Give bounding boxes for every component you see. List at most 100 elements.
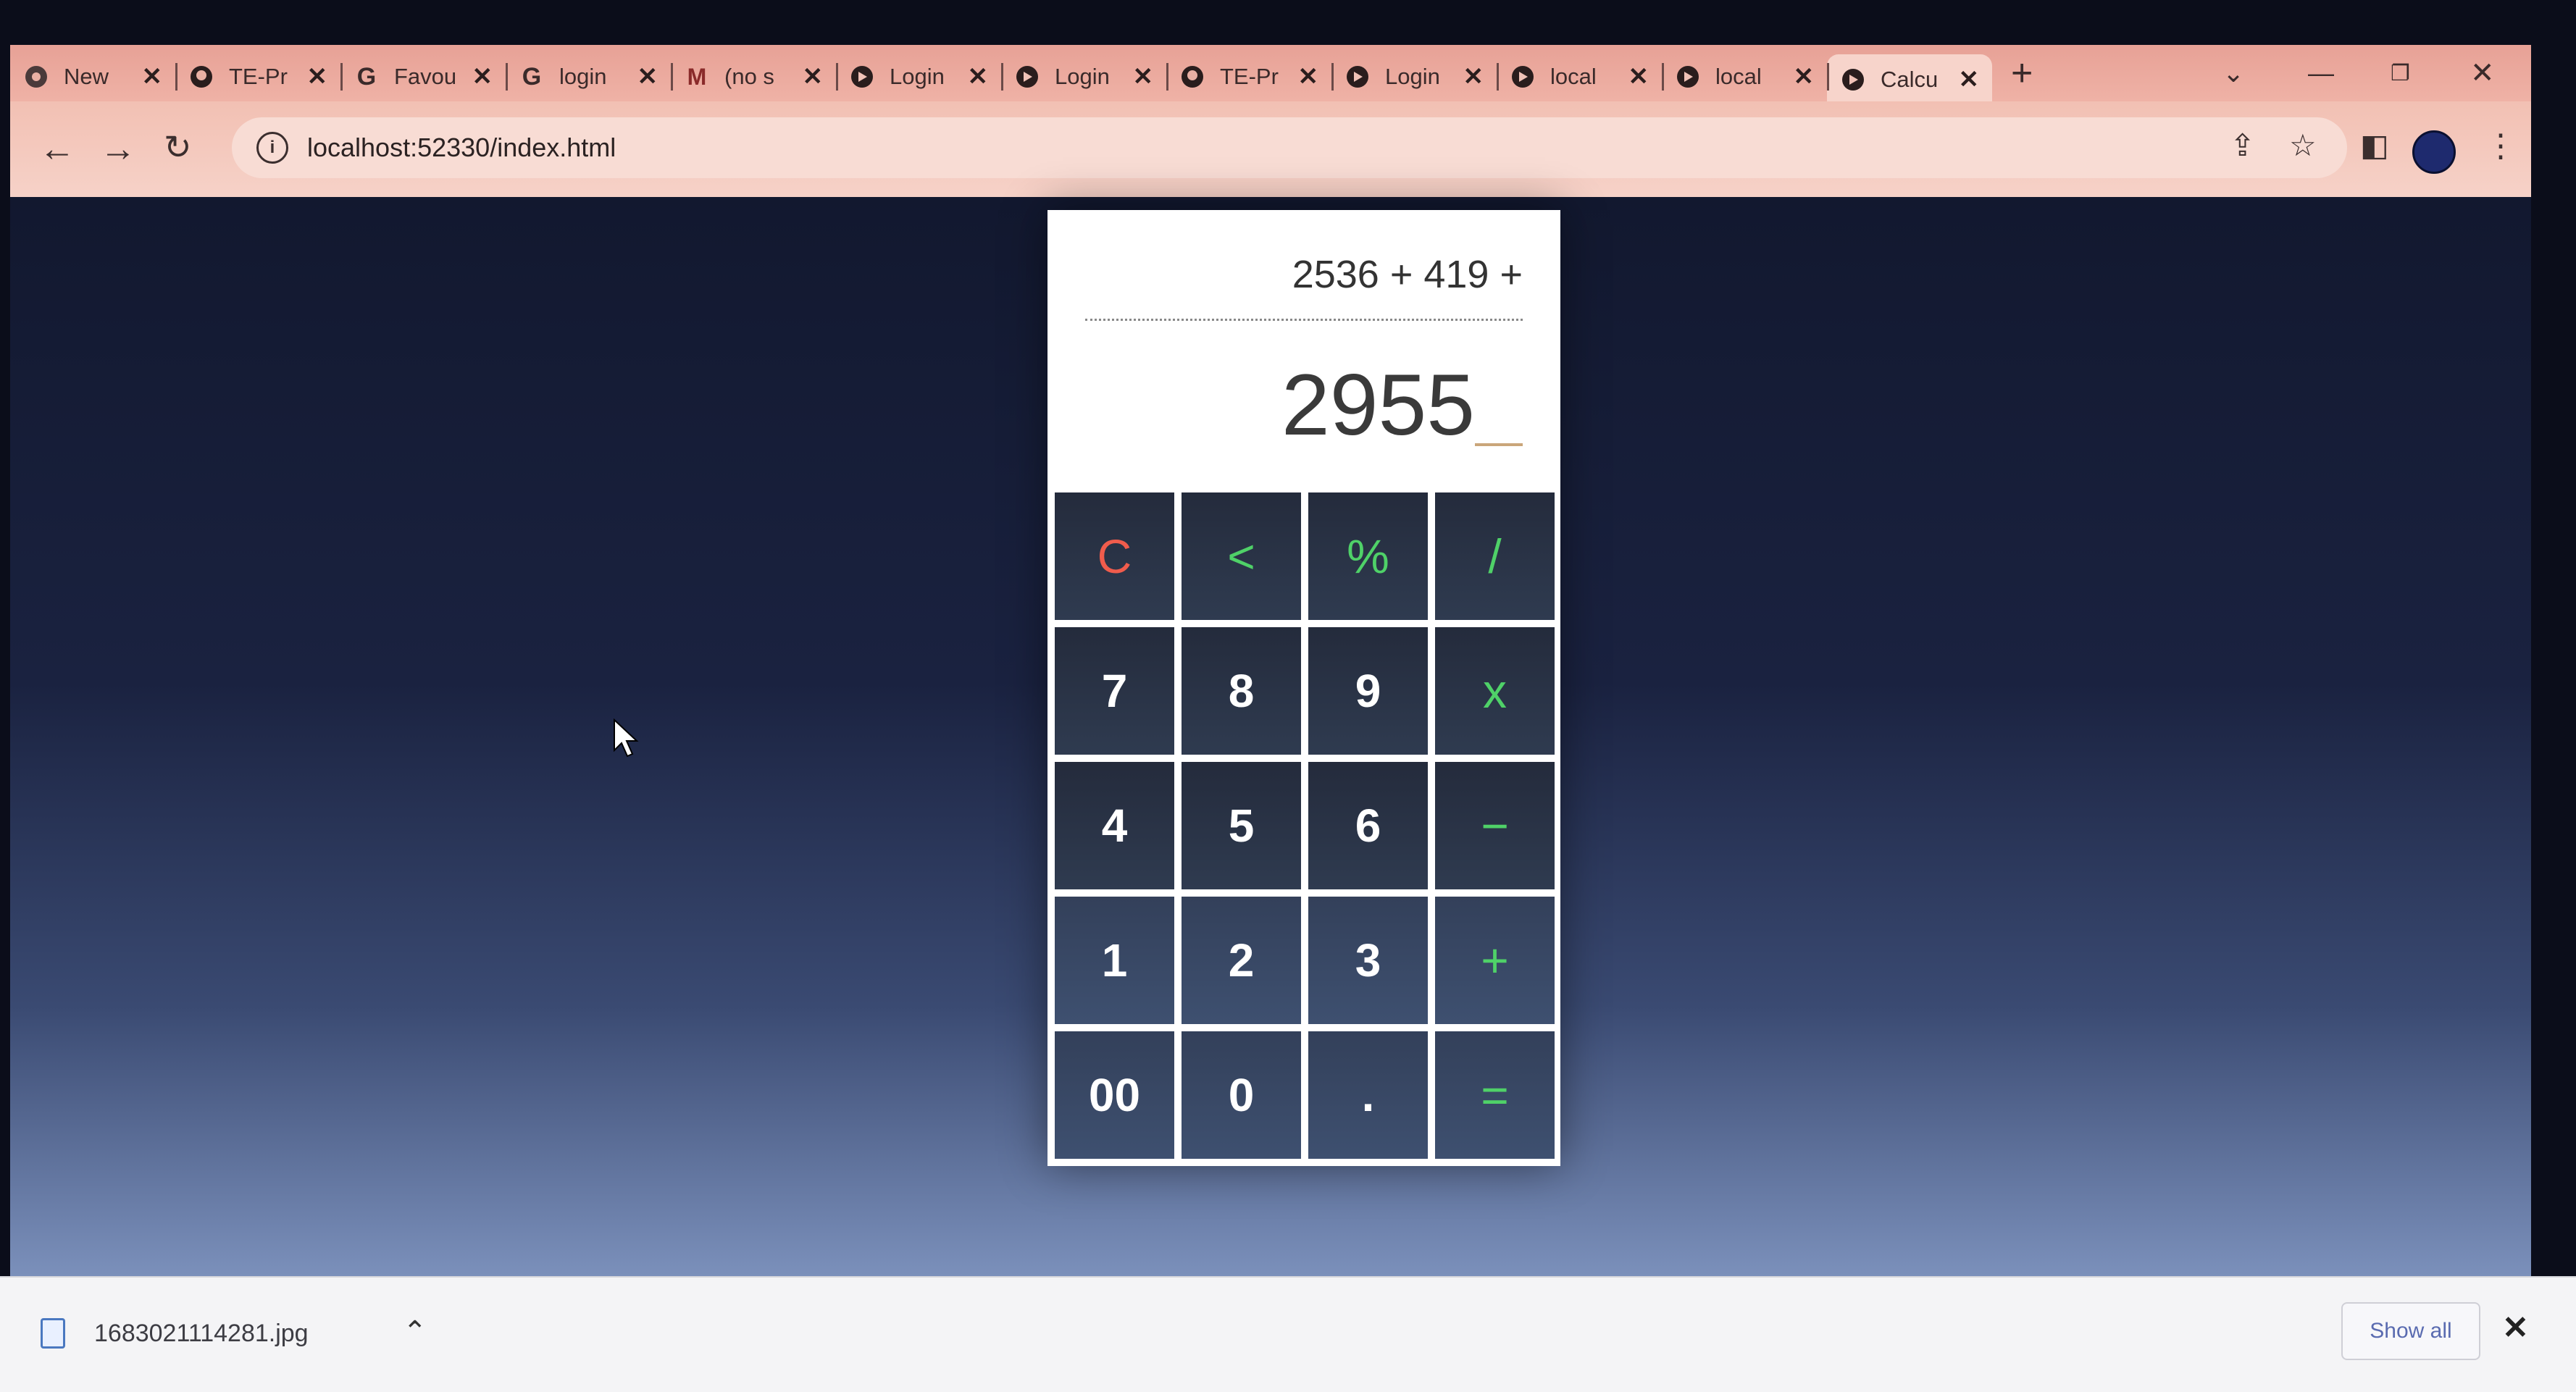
tab-label: Login <box>1055 64 1110 89</box>
show-all-button[interactable]: Show all <box>2341 1302 2480 1360</box>
tab-7[interactable]: TE-Pr ✕ <box>1166 54 1331 99</box>
calculator: 2536 + 419 + 2955 C <%/ 7 8 9 x 4 5 6− 1 2 3 +00 0. = <box>1047 210 1560 1166</box>
url-text: localhost:52330/index.html <box>307 133 616 162</box>
tab-6[interactable]: Login ✕ <box>1001 54 1166 99</box>
tab-label: login <box>559 64 607 89</box>
tab-label: local <box>1550 64 1597 89</box>
tab-strip: New ✕ TE-Pr ✕ G Favou ✕ Glogin ✕ M (no s ✕ Login ✕ Log… <box>10 45 2531 105</box>
tab-4[interactable]: M (no s ✕ <box>671 54 836 99</box>
google-icon: G <box>356 62 377 91</box>
tab-close-icon[interactable]: ✕ <box>803 62 824 91</box>
tab-5[interactable]: Login ✕ <box>836 54 1001 99</box>
close-window-button[interactable]: ✕ <box>2470 45 2495 101</box>
profile-avatar[interactable] <box>2412 130 2456 174</box>
chrome-icon <box>23 64 49 90</box>
key-backspace-button[interactable]: < <box>1182 492 1301 620</box>
chevron-up-icon[interactable]: ⌃ <box>403 1315 427 1349</box>
tab-label: Calcu <box>1881 67 1939 92</box>
site-icon <box>1510 64 1536 90</box>
key-multiply-button[interactable]: x <box>1435 627 1555 755</box>
site-icon <box>849 64 875 90</box>
tab-label: Login <box>1385 64 1440 89</box>
key-double-zero-button[interactable]: 00 <box>1055 1031 1174 1159</box>
tab-close-icon[interactable]: ✕ <box>1298 62 1319 91</box>
tab-label: New <box>64 64 109 89</box>
key-equals-button[interactable]: = <box>1435 1031 1555 1159</box>
display-divider <box>1085 319 1523 321</box>
tab-9[interactable]: local ✕ <box>1497 54 1662 99</box>
site-info-icon[interactable]: i <box>256 132 288 164</box>
key-add-button[interactable]: + <box>1435 897 1555 1024</box>
bookmark-star-icon[interactable]: ☆ <box>2289 127 2317 163</box>
key-9-button[interactable]: 9 <box>1308 627 1428 755</box>
tab-label: local <box>1715 64 1762 89</box>
key-5-button[interactable]: 5 <box>1182 762 1301 889</box>
tab-close-icon[interactable]: ✕ <box>968 62 989 91</box>
side-panel-icon[interactable]: ◧ <box>2360 127 2389 163</box>
tab-close-icon[interactable]: ✕ <box>1133 62 1154 91</box>
key-4-button[interactable]: 4 <box>1055 762 1174 889</box>
new-tab-button[interactable]: + <box>2011 51 2033 95</box>
site-icon <box>1675 64 1701 90</box>
tab-close-icon[interactable]: ✕ <box>1628 62 1649 91</box>
restore-button[interactable]: ❐ <box>2391 45 2410 101</box>
input-caret <box>1475 443 1523 446</box>
minimize-button[interactable]: — <box>2308 45 2334 101</box>
reload-button[interactable]: ↻ <box>164 127 192 167</box>
download-item[interactable]: 1683021114281.jpg <box>41 1318 309 1349</box>
site-icon <box>1345 64 1371 90</box>
tab-8[interactable]: Login ✕ <box>1331 54 1497 99</box>
tab-11[interactable]: Calcu ✕ <box>1827 54 1992 105</box>
tab-10[interactable]: local ✕ <box>1662 54 1827 99</box>
page-viewport: 2536 + 419 + 2955 C <%/ 7 8 9 x 4 5 6− 1 2 3 +00 0. = <box>10 197 2531 1276</box>
key-decimal-button[interactable]: . <box>1308 1031 1428 1159</box>
key-7-button[interactable]: 7 <box>1055 627 1174 755</box>
share-icon[interactable]: ⇪ <box>2230 127 2255 163</box>
key-divide-button[interactable]: / <box>1435 492 1555 620</box>
key-1-button[interactable]: 1 <box>1055 897 1174 1024</box>
key-percent-button[interactable]: % <box>1308 492 1428 620</box>
tab-close-icon[interactable]: ✕ <box>307 62 328 91</box>
expression-display: 2536 + 419 + <box>1292 253 1523 296</box>
tab-0[interactable]: New ✕ <box>10 54 175 99</box>
tab-1[interactable]: TE-Pr ✕ <box>175 54 340 99</box>
key-8-button[interactable]: 8 <box>1182 627 1301 755</box>
site-icon <box>1840 67 1866 93</box>
key-3-button[interactable]: 3 <box>1308 897 1428 1024</box>
tab-label: (no s <box>724 64 774 89</box>
tab-close-icon[interactable]: ✕ <box>637 62 658 91</box>
key-2-button[interactable]: 2 <box>1182 897 1301 1024</box>
forward-button[interactable]: → <box>100 127 136 169</box>
image-file-icon <box>41 1318 65 1349</box>
tab-label: Login <box>890 64 945 89</box>
tab-close-icon[interactable]: ✕ <box>472 62 493 91</box>
tab-close-icon[interactable]: ✕ <box>1794 62 1815 91</box>
menu-icon[interactable]: ⋮ <box>2485 127 2517 164</box>
site-icon <box>1014 64 1040 90</box>
gmail-icon: M <box>687 63 707 90</box>
key-0-button[interactable]: 0 <box>1182 1031 1301 1159</box>
github-icon <box>1179 64 1205 90</box>
tab-label: TE-Pr <box>1220 64 1279 89</box>
tab-3[interactable]: Glogin ✕ <box>506 54 671 99</box>
browser-toolbar: ← → ↻ i localhost:52330/index.html ⇪ ☆ ◧… <box>10 101 2531 197</box>
back-button[interactable]: ← <box>39 127 75 169</box>
tab-search-icon[interactable]: ⌄ <box>2222 45 2244 101</box>
tab-close-icon[interactable]: ✕ <box>1463 62 1484 91</box>
tab-close-icon[interactable]: ✕ <box>1959 65 1980 94</box>
result-display: 2955 <box>1281 356 1475 453</box>
key-6-button[interactable]: 6 <box>1308 762 1428 889</box>
key-subtract-button[interactable]: − <box>1435 762 1555 889</box>
tab-label: Favou <box>394 64 457 89</box>
tab-list: New ✕ TE-Pr ✕ G Favou ✕ Glogin ✕ M (no s ✕ Login ✕ Log… <box>10 45 1992 105</box>
google-icon: G <box>522 62 542 91</box>
download-file-name: 1683021114281.jpg <box>94 1319 309 1347</box>
tab-close-icon[interactable]: ✕ <box>142 62 163 91</box>
keypad: C <%/ 7 8 9 x 4 5 6− 1 2 3 +00 0. = <box>1055 492 1555 1159</box>
address-bar[interactable]: i localhost:52330/index.html <box>232 117 2347 178</box>
key-clear-button[interactable]: C <box>1055 492 1174 620</box>
tab-label: TE-Pr <box>229 64 288 89</box>
mouse-cursor-icon <box>614 718 639 758</box>
tab-2[interactable]: G Favou ✕ <box>340 54 506 99</box>
close-download-bar-button[interactable]: ✕ <box>2502 1309 2529 1346</box>
